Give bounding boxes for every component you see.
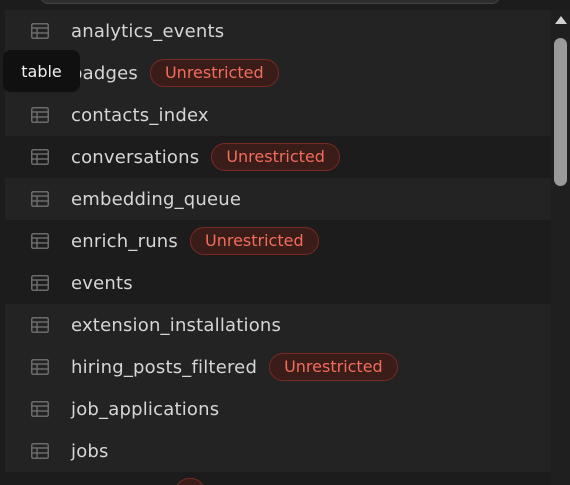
table-name: contacts_index (71, 104, 209, 126)
table-name: enrich_runs (71, 230, 178, 252)
search-input[interactable] (40, 0, 500, 4)
table-icon (30, 315, 50, 335)
table-row[interactable]: job_applications (5, 388, 551, 430)
table-name: job_applications (71, 398, 220, 420)
table-name: events (71, 272, 133, 294)
table-row[interactable]: extension_installations (5, 304, 551, 346)
unrestricted-badge: Unrestricted (211, 143, 340, 171)
table-row[interactable]: hiring_posts_filtered Unrestricted (5, 346, 551, 388)
tooltip-text: table (21, 61, 62, 81)
table-row[interactable]: embedding_queue (5, 178, 551, 220)
table-icon (30, 441, 50, 461)
table-row[interactable]: conversations Unrestricted (5, 136, 551, 178)
table-icon (30, 273, 50, 293)
table-row[interactable] (5, 472, 551, 485)
table-icon (30, 399, 50, 419)
table-icon (30, 189, 50, 209)
table-name: jobs (71, 440, 109, 462)
table-icon (30, 357, 50, 377)
table-name: badges (71, 62, 138, 84)
table-name: extension_installations (71, 314, 282, 336)
table-name: embedding_queue (71, 188, 242, 210)
table-icon (30, 231, 50, 251)
tooltip: table (3, 50, 80, 92)
table-name: hiring_posts_filtered (71, 356, 258, 378)
table-row[interactable]: contacts_index (5, 94, 551, 136)
table-row[interactable]: badges Unrestricted (5, 52, 551, 94)
table-name: analytics_events (71, 20, 225, 42)
table-icon (30, 147, 50, 167)
table-icon (30, 105, 50, 125)
table-row[interactable]: analytics_events (5, 10, 551, 52)
table-name: conversations (71, 146, 200, 168)
table-row[interactable]: enrich_runs Unrestricted (5, 220, 551, 262)
unrestricted-badge: Unrestricted (269, 353, 398, 381)
scrollbar-thumb[interactable] (554, 38, 567, 186)
unrestricted-badge: Unrestricted (189, 227, 319, 255)
unrestricted-badge: Unrestricted (149, 59, 279, 87)
unrestricted-badge (175, 478, 205, 485)
table-row[interactable]: events (5, 262, 551, 304)
scrollbar[interactable] (551, 10, 570, 485)
table-row[interactable]: jobs (5, 430, 551, 472)
table-icon (30, 21, 50, 41)
chevron-up-icon[interactable] (555, 16, 567, 24)
table-list-panel: table analytics_events badges Unrestrict… (0, 0, 570, 485)
table-list: analytics_events badges Unrestricted con… (0, 10, 551, 485)
